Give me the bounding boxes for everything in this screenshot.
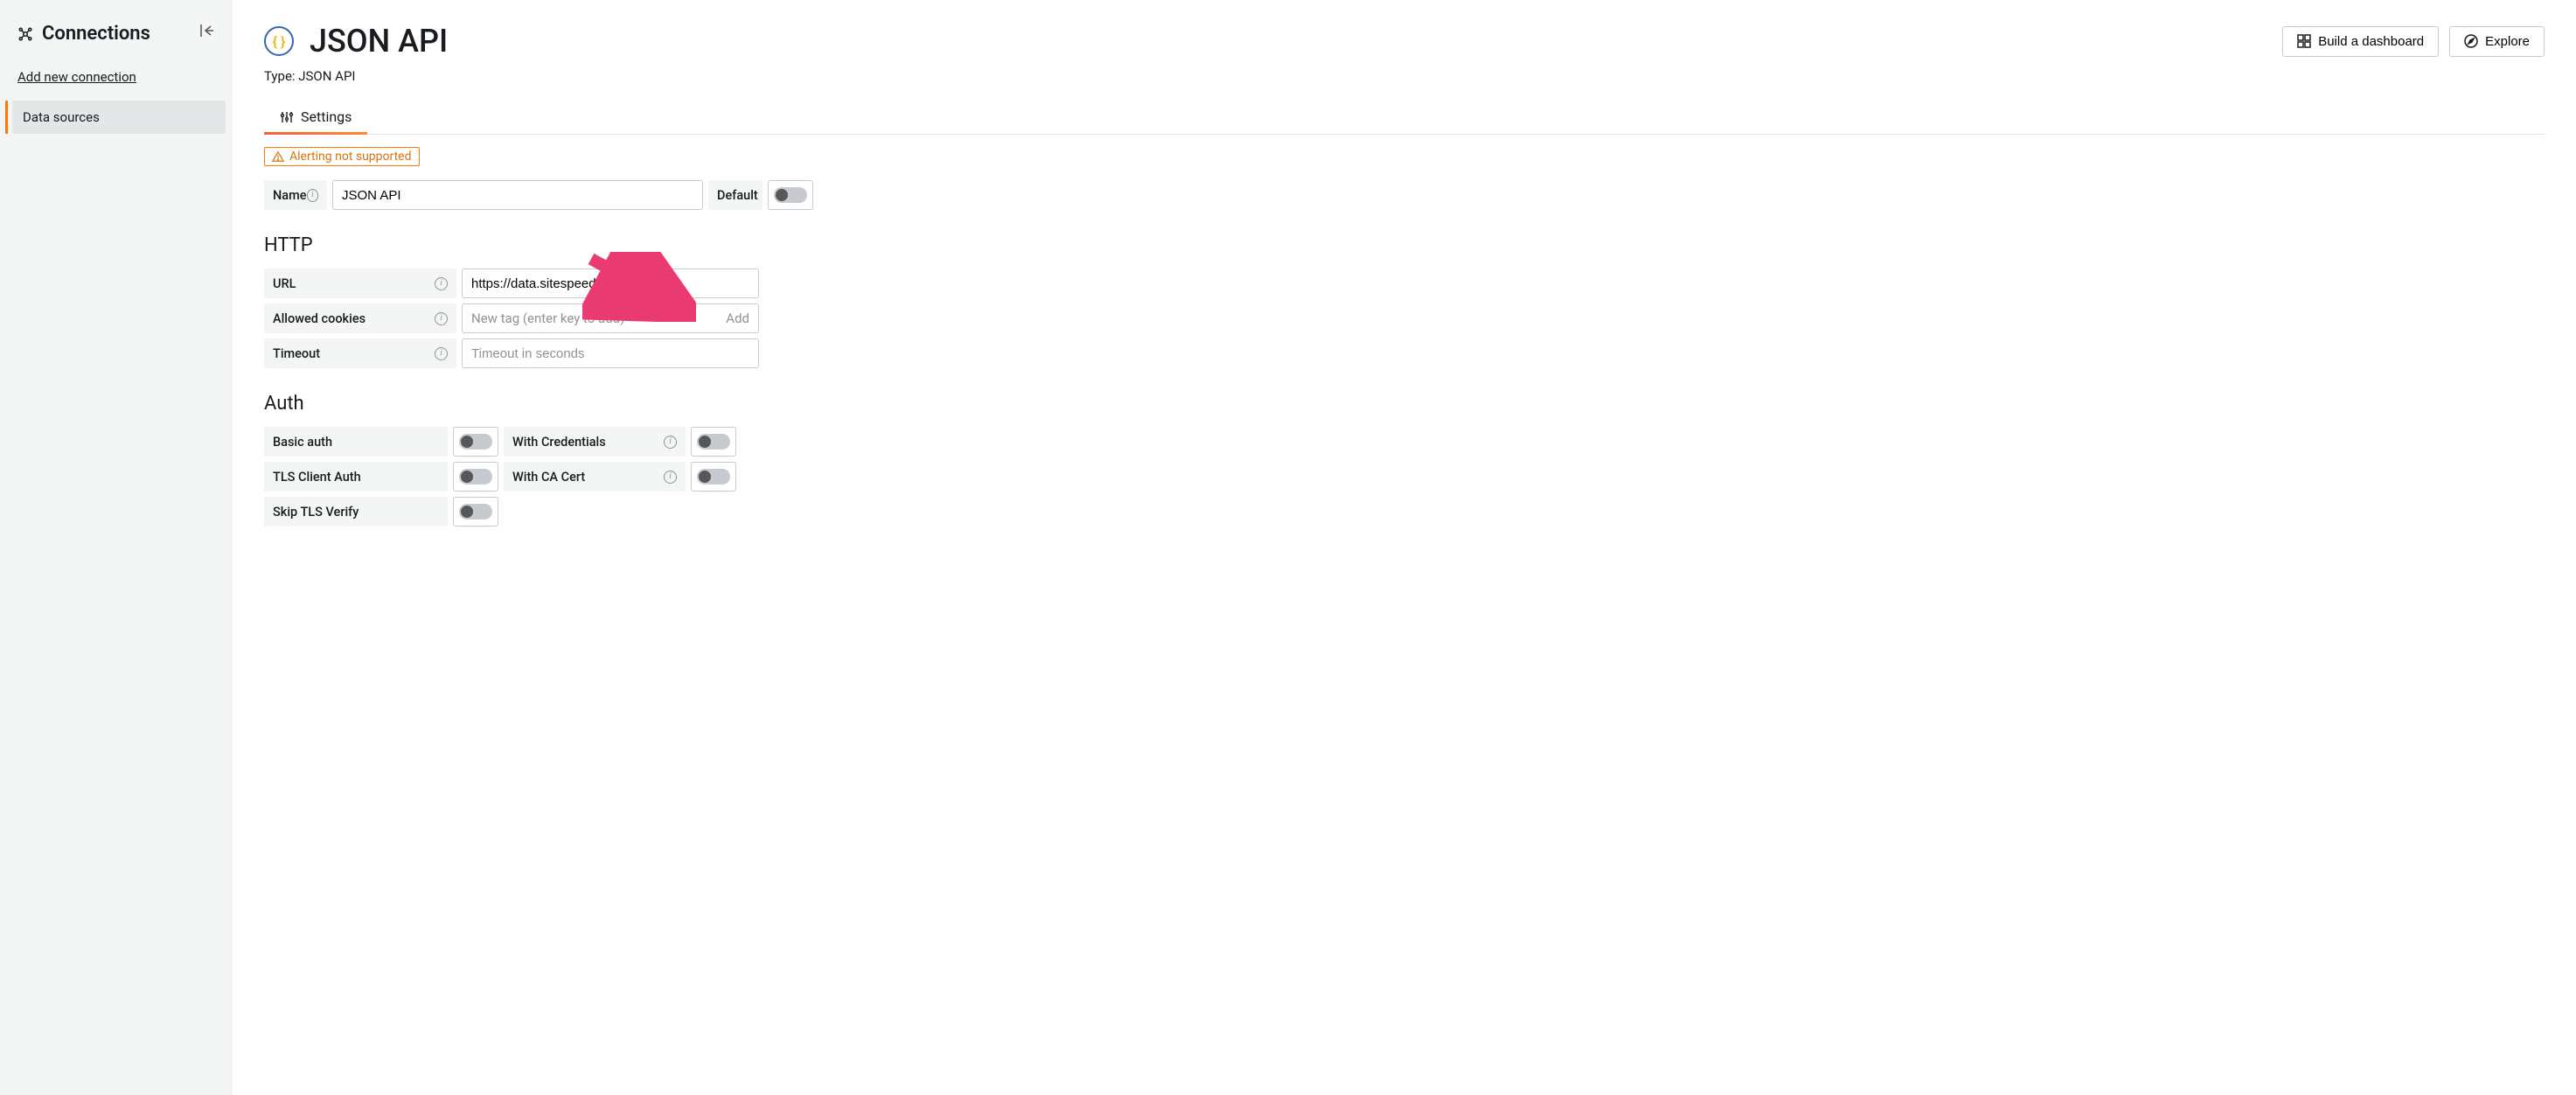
sidebar-title: Connections [42,23,150,45]
timeout-label-cell: Timeout i [264,338,456,368]
with-credentials-toggle[interactable] [691,427,736,457]
with-credentials-label: With Credentials [512,435,606,450]
build-dashboard-button[interactable]: Build a dashboard [2282,26,2439,57]
with-credentials-label-cell: With Credentials i [504,427,686,457]
collapse-sidebar-button[interactable] [199,23,215,38]
info-icon[interactable]: i [664,471,677,484]
default-label: Default [717,188,758,203]
tls-client-label: TLS Client Auth [273,470,361,485]
alerting-badge-text: Alerting not supported [289,150,412,164]
http-heading: HTTP [264,234,2545,256]
name-input[interactable] [332,180,703,210]
url-row: URL i [264,269,2545,298]
url-input[interactable] [462,269,759,298]
timeout-row: Timeout i [264,338,2545,368]
info-icon[interactable]: i [435,312,448,325]
basic-auth-row: Basic auth With Credentials i [264,427,2545,457]
cookies-add[interactable]: Add [726,310,749,326]
basic-auth-toggle[interactable] [453,427,498,457]
sidebar-header: Connections [12,17,226,62]
cookies-label-cell: Allowed cookies i [264,303,456,333]
tab-settings[interactable]: Settings [264,100,367,134]
timeout-input[interactable] [462,338,759,368]
sidebar-item-data-sources[interactable]: Data sources [12,101,226,134]
dashboard-icon [2297,34,2311,48]
skip-tls-row: Skip TLS Verify [264,497,2545,527]
tls-client-toggle[interactable] [453,462,498,492]
name-label-cell: Name i [264,180,327,210]
alerting-badge: Alerting not supported [264,147,420,166]
with-ca-label-cell: With CA Cert i [504,462,686,492]
page-title: JSON API [310,23,448,59]
name-label: Name [273,188,307,203]
cookies-input[interactable]: New tag (enter key to add) Add [462,303,759,333]
skip-tls-toggle[interactable] [453,497,498,527]
skip-tls-label-cell: Skip TLS Verify [264,497,448,527]
sliders-icon [280,110,294,124]
warning-icon [272,150,284,163]
tls-client-label-cell: TLS Client Auth [264,462,448,492]
build-dashboard-label: Build a dashboard [2318,34,2424,49]
default-toggle[interactable] [768,180,813,210]
tls-row: TLS Client Auth With CA Cert i [264,462,2545,492]
datasource-json-icon: { } [264,26,294,56]
skip-tls-label: Skip TLS Verify [273,505,359,520]
add-new-connection-link[interactable]: Add new connection [12,62,226,94]
explore-label: Explore [2485,34,2530,49]
tabs: Settings [264,100,2545,135]
default-label-cell: Default [708,180,762,210]
info-icon[interactable]: i [435,277,448,290]
header-actions: Build a dashboard Explore [2282,26,2545,57]
sidebar: Connections Add new connection Data sour… [0,0,233,1095]
tab-settings-label: Settings [301,108,352,125]
cookies-placeholder: New tag (enter key to add) [471,310,624,326]
page-header: { } JSON API Build a dashboard [264,23,2545,59]
url-label-cell: URL i [264,269,456,298]
with-ca-toggle[interactable] [691,462,736,492]
compass-icon [2464,34,2478,48]
connections-icon [17,26,33,42]
with-ca-label: With CA Cert [512,470,585,485]
main-content: { } JSON API Build a dashboard [233,0,2576,1095]
auth-heading: Auth [264,393,2545,415]
info-icon[interactable]: i [664,436,677,449]
name-row: Name i Default [264,180,2545,210]
datasource-type: Type: JSON API [264,68,2545,84]
cookies-label: Allowed cookies [273,311,366,326]
basic-auth-label-cell: Basic auth [264,427,448,457]
sidebar-item-label: Data sources [23,109,100,125]
basic-auth-label: Basic auth [273,435,332,450]
info-icon[interactable]: i [307,189,318,202]
explore-button[interactable]: Explore [2449,26,2545,57]
cookies-row: Allowed cookies i New tag (enter key to … [264,303,2545,333]
info-icon[interactable]: i [435,347,448,360]
url-label: URL [273,276,296,291]
timeout-label: Timeout [273,346,320,361]
